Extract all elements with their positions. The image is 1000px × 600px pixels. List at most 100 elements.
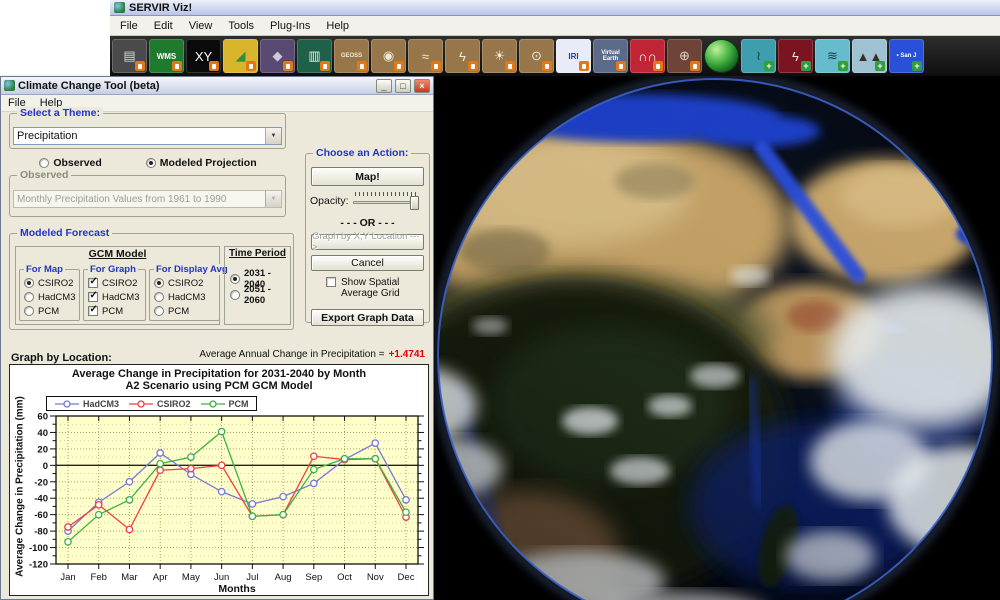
- svg-text:Dec: Dec: [398, 572, 415, 583]
- flood-icon[interactable]: ≋+: [815, 39, 850, 73]
- precipitation-chart: Average Change in Precipitation for 2031…: [9, 364, 429, 596]
- gcm-model-header: GCM Model: [16, 248, 219, 260]
- for-graph-group: For Graph CSIRO2HadCM3PCM: [83, 269, 146, 321]
- main-titlebar[interactable]: SERVIR Viz!: [110, 0, 1000, 16]
- checkbox-hadcm3[interactable]: HadCM3: [88, 290, 143, 304]
- annotation-prefix: Average Annual Change in Precipitation =: [199, 349, 384, 360]
- lock-badge-icon: [172, 61, 182, 71]
- menu-help[interactable]: Help: [318, 18, 357, 34]
- lock-badge-icon: [209, 61, 219, 71]
- svg-text:Aug: Aug: [275, 572, 292, 583]
- choose-action-label: Choose an Action:: [313, 147, 411, 159]
- plus-badge-icon: +: [912, 61, 922, 71]
- theme-combobox[interactable]: Precipitation ▼: [13, 127, 282, 145]
- theme-value: Precipitation: [14, 130, 265, 142]
- chart-legend: HadCM3CSIRO2PCM: [46, 396, 257, 411]
- checkbox-icon[interactable]: [326, 277, 336, 287]
- slider-track[interactable]: [353, 201, 419, 204]
- radio-pcm[interactable]: PCM: [24, 304, 77, 318]
- minimize-button[interactable]: _: [376, 79, 392, 93]
- geoss-water-icon[interactable]: ◉: [371, 39, 406, 73]
- radio-observed[interactable]: Observed: [39, 155, 101, 170]
- map-button[interactable]: Map!: [311, 167, 424, 186]
- geoss-species-icon[interactable]: ⊙: [519, 39, 554, 73]
- radio-hadcm3[interactable]: HadCM3: [24, 290, 77, 304]
- maximize-button[interactable]: □: [395, 79, 411, 93]
- mountains-icon[interactable]: ▲▲+: [852, 39, 887, 73]
- svg-text:-60: -60: [34, 510, 48, 521]
- green-sphere-icon[interactable]: [704, 39, 739, 73]
- export-graph-data-button[interactable]: Export Graph Data: [311, 309, 424, 326]
- lock-badge-icon: [246, 61, 256, 71]
- menu-file[interactable]: File: [112, 18, 146, 34]
- hazard-icon[interactable]: ϟ+: [778, 39, 813, 73]
- virtual-earth-icon[interactable]: Virtual Earth: [593, 39, 628, 73]
- dialog-titlebar[interactable]: Climate Change Tool (beta) _ □ ×: [1, 77, 433, 95]
- pushpin-icon[interactable]: ◆: [260, 39, 295, 73]
- graph-by-location-label: Graph by Location:: [11, 352, 112, 364]
- geoss-energy-icon[interactable]: ϟ: [445, 39, 480, 73]
- for-display-avg-group: For Display Avg CSIRO2HadCM3PCM: [149, 269, 220, 321]
- legend-hadcm3: HadCM3: [54, 399, 119, 409]
- checkbox-csiro2[interactable]: CSIRO2: [88, 276, 143, 290]
- slider-thumb[interactable]: [410, 196, 419, 210]
- chevron-down-icon[interactable]: ▼: [265, 128, 281, 144]
- radio-csiro2[interactable]: CSIRO2: [24, 276, 77, 290]
- for-map-group: For Map CSIRO2HadCM3PCM: [19, 269, 80, 321]
- plus-badge-icon: +: [764, 61, 774, 71]
- observed-group: Observed Monthly Precipitation Values fr…: [9, 175, 286, 217]
- xy-icon[interactable]: XY: [186, 39, 221, 73]
- spatial-average-checkbox[interactable]: Show Spatial Average Grid: [326, 277, 421, 299]
- placenames-icon[interactable]: • San J+: [889, 39, 924, 73]
- radio-hadcm3[interactable]: HadCM3: [154, 290, 217, 304]
- geoss-icon[interactable]: GEOSS: [334, 39, 369, 73]
- seismic-icon[interactable]: ∩∩: [630, 39, 665, 73]
- menu-edit[interactable]: Edit: [146, 18, 181, 34]
- menu-view[interactable]: View: [181, 18, 221, 34]
- menu-plug-ins[interactable]: Plug-Ins: [262, 18, 318, 34]
- servir-logo-icon: [114, 2, 125, 13]
- cancel-button[interactable]: Cancel: [311, 255, 424, 271]
- svg-text:Jul: Jul: [246, 572, 258, 583]
- graph-xy-location-button: Graph by X,Y Location --->: [311, 234, 424, 250]
- opacity-slider[interactable]: [353, 192, 419, 210]
- lock-badge-icon: [542, 61, 552, 71]
- observed-combobox: Monthly Precipitation Values from 1961 t…: [13, 190, 282, 208]
- iri-icon[interactable]: IRI: [556, 39, 591, 73]
- menu-tools[interactable]: Tools: [220, 18, 262, 34]
- legend-csiro2: CSIRO2: [128, 399, 191, 409]
- svg-text:Oct: Oct: [337, 572, 352, 583]
- measure-icon[interactable]: ▥: [297, 39, 332, 73]
- chart-ylabel: Average Change in Precipitation (mm): [15, 392, 26, 582]
- chart-plot-area: 6040200-20-40-60-80-100-120JanFebMarAprM…: [10, 412, 430, 596]
- radio-csiro2[interactable]: CSIRO2: [154, 276, 217, 290]
- geoss-sun-icon[interactable]: ☀: [482, 39, 517, 73]
- svg-text:Mar: Mar: [121, 572, 137, 583]
- layers-icon[interactable]: ▤: [112, 39, 147, 73]
- lock-badge-icon: [690, 61, 700, 71]
- close-button[interactable]: ×: [414, 79, 430, 93]
- lock-badge-icon: [357, 61, 367, 71]
- globe-grid-icon[interactable]: ⊕: [667, 39, 702, 73]
- checkbox-pcm[interactable]: PCM: [88, 304, 143, 318]
- svg-text:-100: -100: [29, 543, 48, 554]
- modeled-forecast-label: Modeled Forecast: [17, 227, 112, 239]
- radio-modeled-projection[interactable]: Modeled Projection: [146, 155, 257, 170]
- time-period-header: Time Period: [225, 248, 290, 259]
- color-ramp-icon[interactable]: ◢: [223, 39, 258, 73]
- window-title: SERVIR Viz!: [129, 2, 192, 14]
- wms-icon[interactable]: WMS: [149, 39, 184, 73]
- svg-text:-40: -40: [34, 494, 48, 505]
- climate-tool-icon: [4, 80, 15, 91]
- choose-action-group: Choose an Action: Map! Opacity: - - - OR…: [305, 153, 430, 323]
- lock-badge-icon: [579, 61, 589, 71]
- radio-2051-2060[interactable]: 2051 - 2060: [230, 287, 290, 303]
- radio-pcm[interactable]: PCM: [154, 304, 217, 318]
- svg-text:Feb: Feb: [91, 572, 107, 583]
- slider-ticks: [355, 192, 417, 196]
- lock-badge-icon: [135, 61, 145, 71]
- geoss-ocean-icon[interactable]: ≈: [408, 39, 443, 73]
- map-curve-icon[interactable]: ≀+: [741, 39, 776, 73]
- svg-text:-20: -20: [34, 477, 48, 488]
- svg-text:-120: -120: [29, 560, 48, 571]
